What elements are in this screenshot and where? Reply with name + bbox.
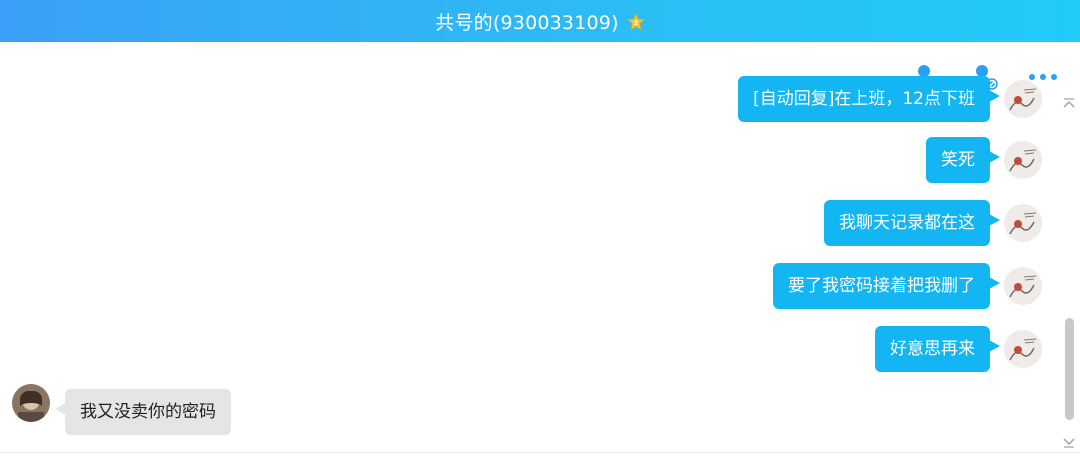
message-row: 要了我密码接着把我删了 (773, 263, 1042, 309)
message-bubble-me[interactable]: 我聊天记录都在这 (824, 200, 1000, 246)
chat-window: 共号的(930033109) 2 [自动回复]在上班，12点下班 笑死 我聊天记… (0, 0, 1080, 460)
divider (0, 452, 1080, 453)
chat-header: 共号的(930033109) 2 (0, 0, 1080, 42)
my-avatar[interactable] (1004, 330, 1042, 368)
message-list[interactable]: [自动回复]在上班，12点下班 笑死 我聊天记录都在这 要了我密码接着把我删了 … (0, 42, 1060, 454)
photo-avatar-icon (12, 384, 50, 422)
my-avatar[interactable] (1004, 267, 1042, 305)
svg-text:2: 2 (634, 20, 638, 27)
sketch-avatar-icon (1004, 267, 1042, 305)
message-row: 我聊天记录都在这 (824, 200, 1042, 246)
message-row: 好意思再来 (875, 326, 1042, 372)
my-avatar[interactable] (1004, 141, 1042, 179)
scroll-up-icon[interactable] (1062, 97, 1076, 109)
chat-title: 共号的(930033109) (435, 11, 619, 34)
star-badge-icon: 2 (626, 13, 645, 31)
message-bubble-me[interactable]: [自动回复]在上班，12点下班 (738, 76, 1000, 122)
message-bubble-me[interactable]: 要了我密码接着把我删了 (773, 263, 1000, 309)
message-row: [自动回复]在上班，12点下班 (738, 76, 1042, 122)
sketch-avatar-icon (1004, 330, 1042, 368)
message-bubble-me[interactable]: 笑死 (926, 137, 1000, 183)
sketch-avatar-icon (1004, 204, 1042, 242)
message-row: 我又没卖你的密码 (12, 384, 231, 435)
sketch-avatar-icon (1004, 141, 1042, 179)
my-avatar[interactable] (1004, 204, 1042, 242)
message-bubble-me[interactable]: 好意思再来 (875, 326, 1000, 372)
friend-avatar[interactable] (12, 384, 50, 422)
my-avatar[interactable] (1004, 80, 1042, 118)
message-bubble-them[interactable]: 我又没卖你的密码 (55, 389, 231, 435)
message-row: 笑死 (926, 137, 1042, 183)
sketch-avatar-icon (1004, 80, 1042, 118)
scrollbar-thumb[interactable] (1065, 318, 1074, 420)
scroll-down-icon[interactable] (1062, 437, 1076, 449)
